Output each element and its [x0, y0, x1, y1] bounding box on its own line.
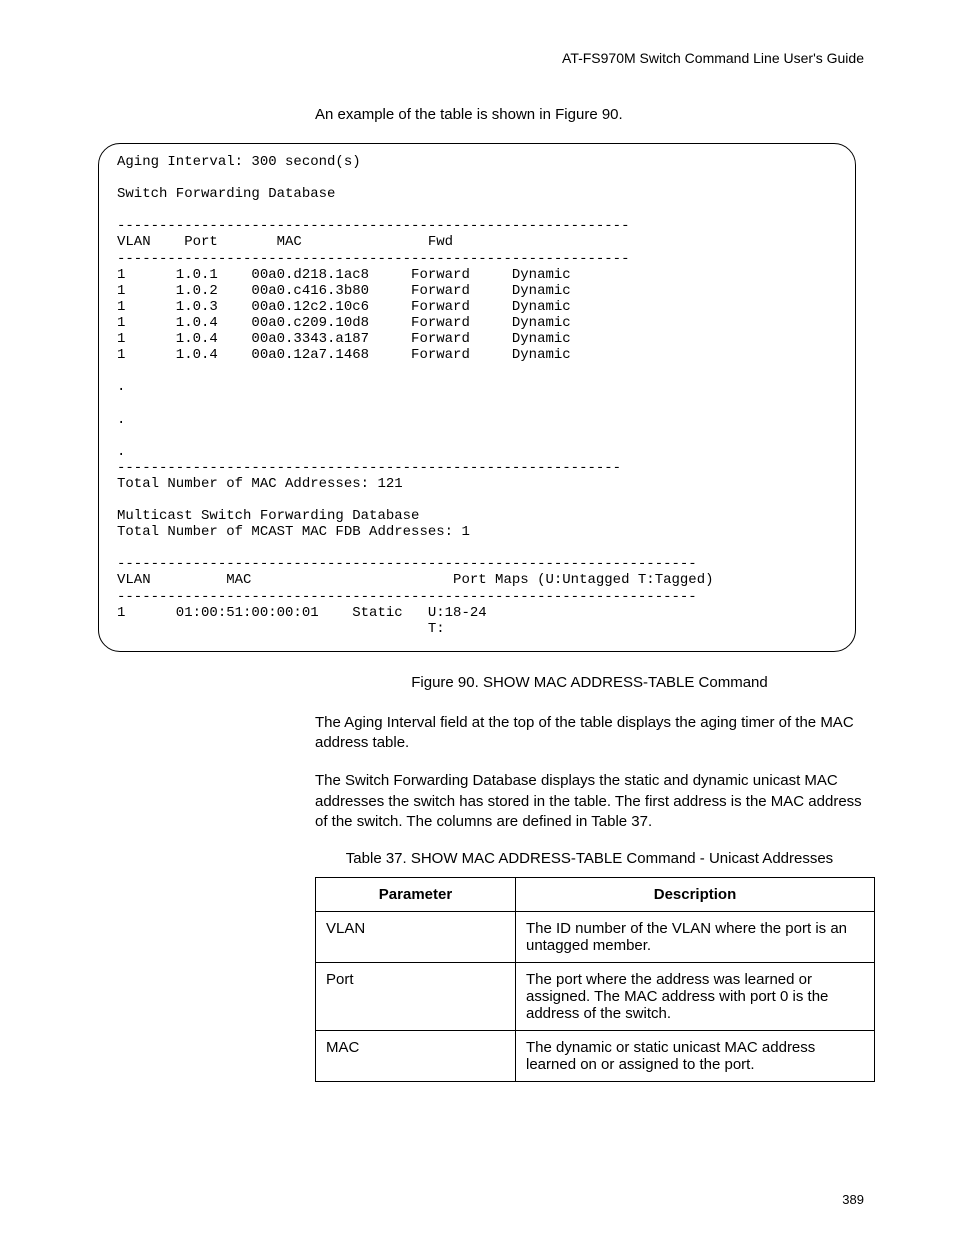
unicast-params-table: Parameter Description VLAN The ID number… — [315, 877, 875, 1082]
unicast-row: 1 1.0.2 00a0.c416.3b80 Forward Dynamic — [117, 283, 571, 299]
mcast-header: VLAN MAC Port Maps (U:Untagged T:Tagged) — [117, 572, 714, 588]
unicast-row: 1 1.0.4 00a0.3343.a187 Forward Dynamic — [117, 331, 571, 347]
terminal-output-box: Aging Interval: 300 second(s) Switch For… — [98, 143, 856, 652]
cell-desc: The port where the address was learned o… — [516, 963, 875, 1031]
th-parameter: Parameter — [316, 878, 516, 912]
document-page: AT-FS970M Switch Command Line User's Gui… — [0, 0, 954, 1247]
figure-caption: Figure 90. SHOW MAC ADDRESS-TABLE Comman… — [315, 674, 864, 691]
sfd-title: Switch Forwarding Database — [117, 186, 335, 202]
cell-desc: The ID number of the VLAN where the port… — [516, 912, 875, 963]
cell-param: Port — [316, 963, 516, 1031]
unicast-row: 1 1.0.4 00a0.c209.10d8 Forward Dynamic — [117, 315, 571, 331]
table-row: Port The port where the address was lear… — [316, 963, 875, 1031]
unicast-row: 1 1.0.1 00a0.d218.1ac8 Forward Dynamic — [117, 267, 571, 283]
terminal-output: Aging Interval: 300 second(s) Switch For… — [117, 154, 837, 637]
cell-param: VLAN — [316, 912, 516, 963]
divider: ----------------------------------------… — [117, 218, 629, 234]
mcast-row: 1 01:00:51:00:00:01 Static U:18-24 — [117, 605, 487, 621]
divider: ----------------------------------------… — [117, 589, 697, 605]
cell-desc: The dynamic or static unicast MAC addres… — [516, 1031, 875, 1082]
unicast-header: VLAN Port MAC Fwd — [117, 234, 453, 250]
table-row: MAC The dynamic or static unicast MAC ad… — [316, 1031, 875, 1082]
paragraph-1: The Aging Interval field at the top of t… — [315, 713, 864, 754]
mcast-total: Total Number of MCAST MAC FDB Addresses:… — [117, 524, 470, 540]
total-mac: Total Number of MAC Addresses: 121 — [117, 476, 403, 492]
table-head-row: Parameter Description — [316, 878, 875, 912]
msfd-title: Multicast Switch Forwarding Database — [117, 508, 419, 524]
mcast-row: T: — [117, 621, 445, 637]
divider: ----------------------------------------… — [117, 556, 697, 572]
header-guide-title: AT-FS970M Switch Command Line User's Gui… — [90, 50, 864, 66]
intro-text: An example of the table is shown in Figu… — [315, 106, 864, 123]
th-description: Description — [516, 878, 875, 912]
cell-param: MAC — [316, 1031, 516, 1082]
aging-line: Aging Interval: 300 second(s) — [117, 154, 361, 170]
ellipsis: . . . — [117, 379, 125, 459]
page-number: 389 — [90, 1192, 864, 1207]
divider: ----------------------------------------… — [117, 460, 621, 476]
divider: ----------------------------------------… — [117, 251, 629, 267]
paragraph-2: The Switch Forwarding Database displays … — [315, 771, 864, 832]
table-caption: Table 37. SHOW MAC ADDRESS-TABLE Command… — [315, 850, 864, 867]
table-row: VLAN The ID number of the VLAN where the… — [316, 912, 875, 963]
unicast-row: 1 1.0.4 00a0.12a7.1468 Forward Dynamic — [117, 347, 571, 363]
unicast-row: 1 1.0.3 00a0.12c2.10c6 Forward Dynamic — [117, 299, 571, 315]
